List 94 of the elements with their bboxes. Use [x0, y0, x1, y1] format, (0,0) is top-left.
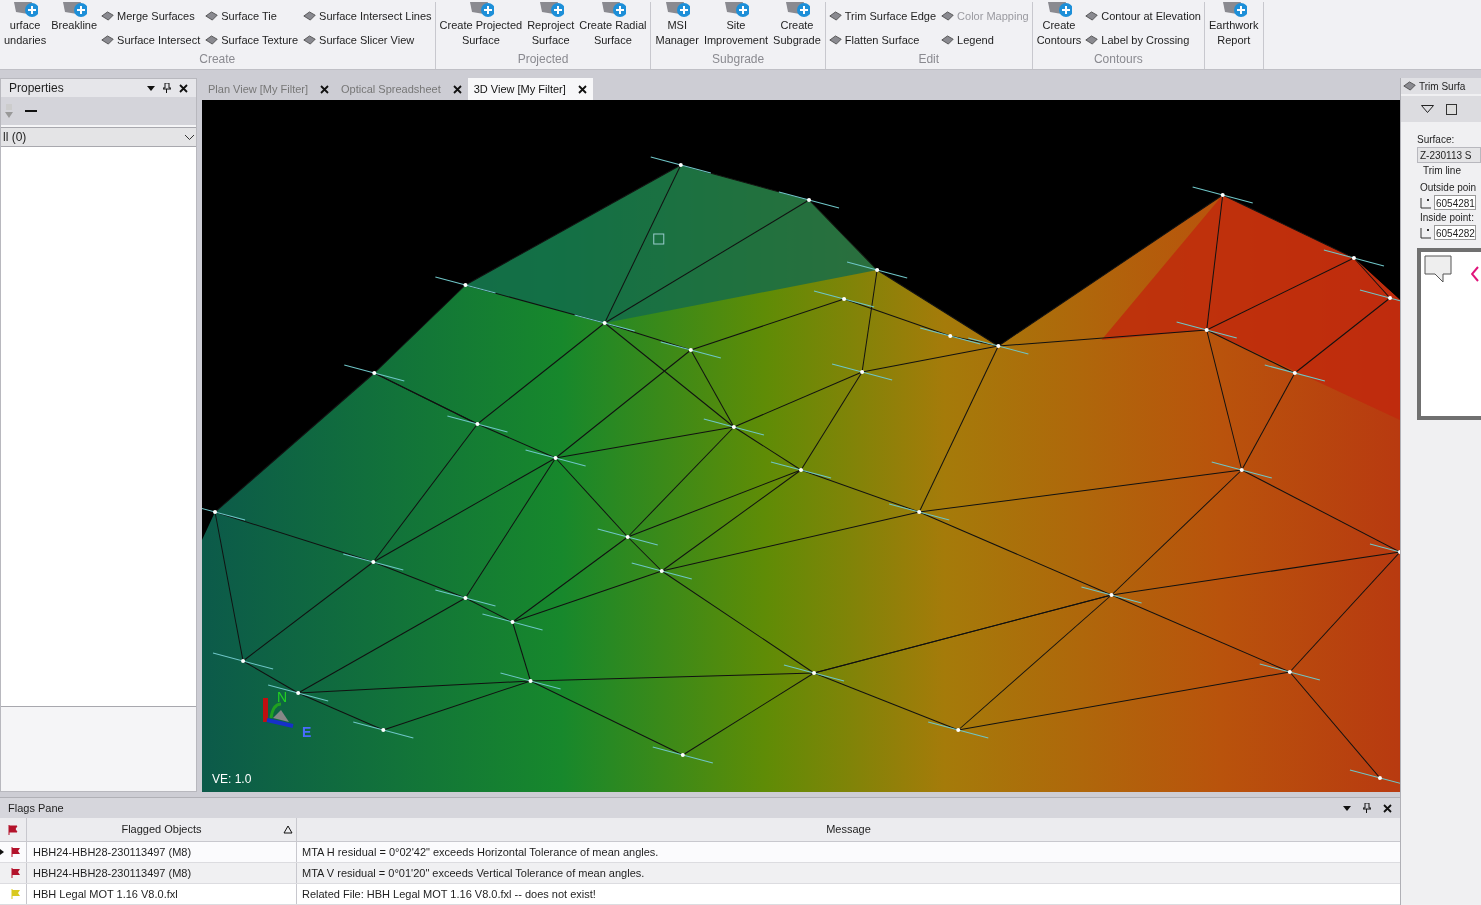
panel-title: Properties	[9, 80, 65, 97]
ribbon-button[interactable]: Surface Intersect	[101, 30, 201, 50]
axis-label: N	[277, 688, 288, 707]
column-header[interactable]: Message	[297, 818, 1400, 841]
surface-plus-icon	[723, 2, 749, 18]
row-pointer-icon	[0, 849, 4, 855]
group-label: Create	[199, 51, 236, 68]
group-label: Trim line	[1422, 164, 1462, 178]
pin-icon[interactable]	[163, 83, 171, 93]
ribbon-button[interactable]: Merge Surfaces	[101, 6, 201, 26]
pin-icon[interactable]	[1363, 803, 1371, 813]
surface-plus-icon	[664, 2, 691, 18]
ribbon-button[interactable]: Site Improvement	[702, 2, 770, 48]
group-label: Projected	[517, 51, 569, 68]
surface-icon	[205, 10, 219, 22]
group-label: Contours	[1093, 51, 1143, 68]
chevron-marker-icon	[1471, 266, 1479, 282]
surface-icon	[1403, 80, 1416, 92]
table-cell: HBH24-HBH28-230113497 (M8)	[27, 842, 297, 862]
surface-icon	[1085, 34, 1099, 46]
close-icon[interactable]	[452, 84, 462, 94]
surface-icon	[1085, 10, 1099, 22]
field-label: Surface:	[1417, 133, 1456, 147]
vertical-exaggeration-label: VE: 1.0	[212, 771, 252, 788]
ribbon-button[interactable]: Flatten Surface	[828, 30, 937, 50]
table-cell: HBH Legal MOT 1.16 V8.0.fxl	[27, 884, 297, 904]
pane-title: Flags Pane	[8, 800, 65, 816]
ribbon-button[interactable]: Create Contours	[1035, 2, 1083, 48]
surface-plus-icon	[537, 2, 564, 18]
surface-icon	[828, 34, 842, 46]
ribbon-button[interactable]: Earthwork Report	[1207, 2, 1260, 48]
surface-plus-icon	[12, 2, 39, 18]
column-header[interactable]: Flagged Objects	[27, 818, 297, 841]
pick-point-icon[interactable]	[1420, 196, 1432, 209]
table-row[interactable]: HBH Legal MOT 1.16 V8.0.fxl Related File: HBH Legal MOT 1.16 V8.0.fxl -- does not exist!	[0, 884, 1400, 905]
group-label: Subgrade	[712, 51, 765, 68]
table-row[interactable]: HBH24-HBH28-230113497 (M8) MTA V residual = 0°01'20" exceeds Vertical Tolerance of mean angles.	[0, 863, 1400, 884]
surface-field[interactable]: Z-230113 S	[1417, 147, 1481, 163]
surface-plus-icon	[1220, 2, 1247, 18]
triangle-down-icon[interactable]	[1421, 105, 1434, 113]
table-cell-text: MTA V residual = 0°01'20" exceeds Vertical Tolerance of mean angles.	[301, 865, 646, 881]
ribbon-button[interactable]: Legend	[941, 30, 1029, 50]
pick-point-icon[interactable]	[1420, 226, 1432, 239]
sort-icon	[283, 825, 293, 834]
surface-icon	[101, 34, 115, 46]
surface-icon	[941, 10, 955, 22]
close-icon[interactable]	[320, 84, 330, 94]
ribbon-button[interactable]: Contour at Elevation	[1085, 6, 1201, 26]
coordinate-field[interactable]: 6054281	[1434, 195, 1476, 210]
ribbon-button[interactable]: Trim Surface Edge	[828, 6, 937, 26]
filter-dropdown[interactable]: ll (0)	[1, 127, 196, 147]
ribbon-button[interactable]: Label by Crossing	[1085, 30, 1201, 50]
ribbon-button[interactable]: Surface Slicer View	[303, 30, 432, 50]
flag-icon	[8, 824, 18, 835]
ribbon-button[interactable]: Breakline	[50, 2, 99, 33]
field-label: Inside point:	[1419, 211, 1475, 225]
ribbon-button[interactable]: MSI Manager	[654, 2, 700, 48]
field-label: Outside poin	[1419, 181, 1478, 195]
surface-icon	[303, 10, 317, 22]
table-row[interactable]: HBH24-HBH28-230113497 (M8) MTA H residual = 0°02'42" exceeds Horizontal Tolerance of mean angles.	[0, 842, 1400, 863]
ribbon-button[interactable]: Surface Tie	[205, 6, 299, 26]
close-icon[interactable]	[577, 84, 587, 94]
table-cell: HBH24-HBH28-230113497 (M8)	[27, 863, 297, 883]
surface-icon	[303, 34, 317, 46]
surface-icon	[101, 10, 115, 22]
coordinate-field[interactable]: 6054282	[1434, 225, 1476, 240]
panel-title: Trim Surfa	[1419, 79, 1466, 94]
ribbon-button[interactable]: Create Radial Surface	[578, 2, 648, 48]
ribbon-button[interactable]: Create Projected Surface	[438, 2, 524, 48]
document-tab[interactable]: 3D View [My Filter]	[467, 78, 593, 100]
caret-icon[interactable]	[1343, 805, 1351, 811]
ribbon-button[interactable]: Surface Texture	[205, 30, 299, 50]
ribbon-button[interactable]: urface undaries	[3, 2, 48, 48]
axis-label: E	[302, 723, 312, 742]
surface-icon	[828, 10, 842, 22]
surface-plus-icon	[61, 2, 88, 18]
window-icon[interactable]	[1446, 103, 1457, 115]
ribbon-button[interactable]: Surface Intersect Lines	[303, 6, 432, 26]
group-label: Edit	[918, 51, 940, 68]
chevron-icon	[185, 134, 194, 140]
surface-plus-icon	[467, 2, 494, 18]
table-cell-text: MTA H residual = 0°02'42" exceeds Horizontal Tolerance of mean angles.	[301, 844, 660, 860]
table-cell-text: Related File: HBH Legal MOT 1.16 V8.0.fxl -- does not exist!	[301, 886, 597, 902]
surface-plus-icon	[1045, 2, 1072, 18]
surface-plus-icon	[783, 2, 810, 18]
surface-icon	[205, 34, 219, 46]
ribbon-button[interactable]: Reproject Surface	[526, 2, 576, 48]
surface-plus-icon	[599, 2, 626, 18]
ribbon-button[interactable]: Create Subgrade	[772, 2, 822, 48]
close-icon[interactable]	[179, 83, 188, 93]
surface-icon	[941, 34, 955, 46]
close-icon[interactable]	[1383, 803, 1392, 813]
speech-bubble-icon	[1423, 254, 1453, 284]
caret-icon[interactable]	[147, 85, 155, 91]
